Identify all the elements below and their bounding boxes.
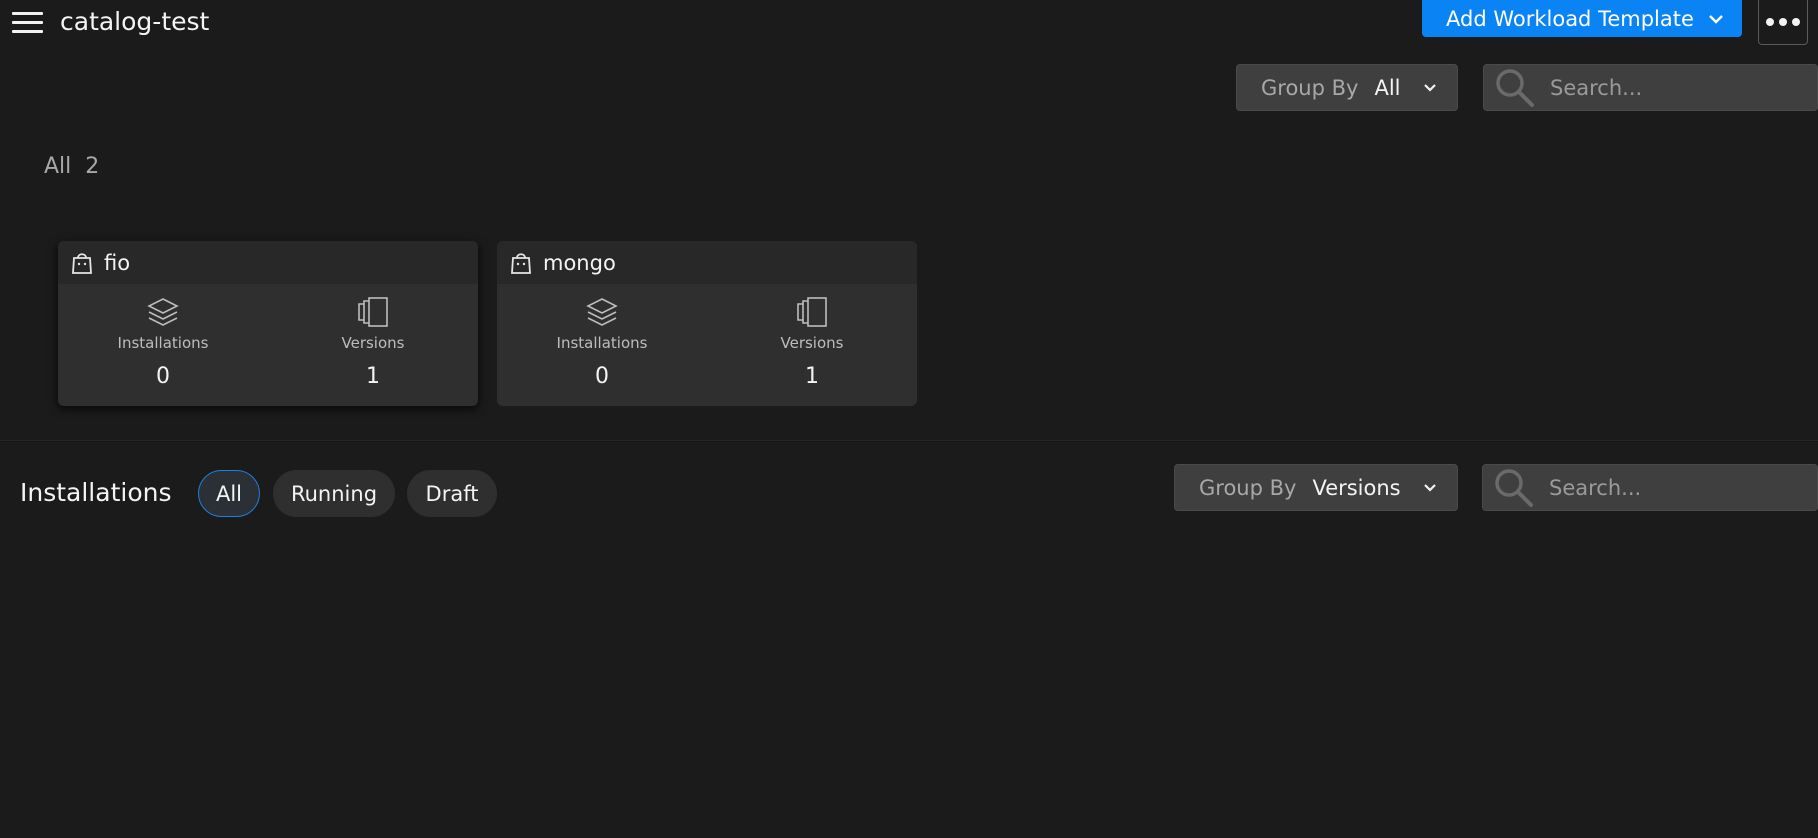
versions-icon bbox=[358, 297, 388, 327]
installations-stat: Installations 0 bbox=[58, 284, 268, 406]
installations-label: Installations bbox=[556, 334, 648, 352]
more-options-button[interactable] bbox=[1758, 0, 1808, 45]
filter-chip-all[interactable]: All bbox=[198, 470, 260, 517]
versions-count: 1 bbox=[366, 364, 380, 389]
template-card-mongo[interactable]: mongo Installations 0 Versions 1 bbox=[497, 241, 917, 406]
menu-icon[interactable] bbox=[12, 12, 43, 34]
add-workload-template-button[interactable]: Add Workload Template bbox=[1422, 0, 1742, 37]
group-by-label: Group By bbox=[1199, 475, 1297, 500]
group-by-value: All bbox=[1374, 75, 1401, 100]
installations-count: 0 bbox=[156, 364, 170, 389]
more-icon bbox=[1766, 18, 1774, 26]
search-icon bbox=[1496, 68, 1534, 107]
search-icon bbox=[1495, 468, 1533, 507]
chevron-down-icon bbox=[1709, 14, 1723, 24]
chevron-down-icon bbox=[1423, 484, 1436, 492]
versions-stat: Versions 1 bbox=[707, 284, 917, 406]
card-name: mongo bbox=[543, 250, 616, 275]
chevron-down-icon bbox=[1423, 84, 1436, 92]
templates-search[interactable] bbox=[1483, 64, 1818, 111]
card-name: fio bbox=[104, 250, 131, 275]
count-value: 2 bbox=[85, 154, 100, 179]
templates-search-input[interactable] bbox=[1550, 75, 1780, 100]
templates-count: All 2 bbox=[44, 154, 99, 179]
versions-stat: Versions 1 bbox=[268, 284, 478, 406]
group-by-value: Versions bbox=[1312, 475, 1401, 500]
page-title: catalog-test bbox=[60, 7, 210, 36]
layers-icon bbox=[586, 298, 618, 326]
installations-count: 0 bbox=[595, 364, 609, 389]
installations-label: Installations bbox=[117, 334, 209, 352]
add-button-label: Add Workload Template bbox=[1446, 6, 1694, 31]
installations-search-input[interactable] bbox=[1549, 475, 1779, 500]
installations-title: Installations bbox=[20, 478, 172, 507]
template-icon bbox=[511, 252, 531, 274]
installations-group-by-select[interactable]: Group By Versions bbox=[1174, 464, 1458, 511]
card-header: fio bbox=[58, 241, 478, 284]
templates-group-by-select[interactable]: Group By All bbox=[1236, 64, 1458, 111]
section-divider bbox=[0, 440, 1818, 442]
layers-icon bbox=[147, 298, 179, 326]
installations-search[interactable] bbox=[1482, 464, 1818, 511]
template-card-fio[interactable]: fio Installations 0 Versions 1 bbox=[58, 241, 478, 406]
group-by-label: Group By bbox=[1261, 75, 1359, 100]
versions-label: Versions bbox=[341, 334, 405, 352]
count-label: All bbox=[44, 154, 72, 179]
page: catalog-test Add Workload Template Group… bbox=[0, 0, 1818, 838]
versions-label: Versions bbox=[780, 334, 844, 352]
versions-icon bbox=[797, 297, 827, 327]
card-header: mongo bbox=[497, 241, 917, 284]
filter-chip-draft[interactable]: Draft bbox=[407, 470, 497, 517]
filter-chip-running[interactable]: Running bbox=[273, 470, 395, 517]
versions-count: 1 bbox=[805, 364, 819, 389]
template-icon bbox=[72, 252, 92, 274]
installations-stat: Installations 0 bbox=[497, 284, 707, 406]
